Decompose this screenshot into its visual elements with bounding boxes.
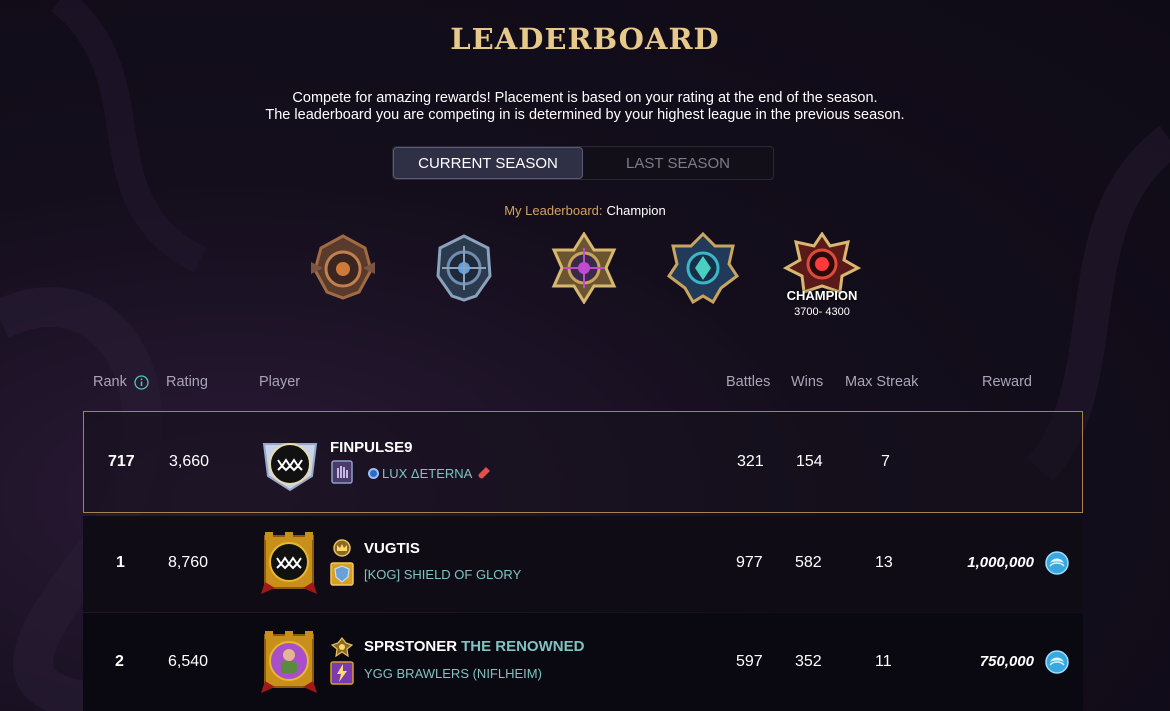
row-rank: 1: [116, 554, 125, 571]
row-wins: 352: [795, 653, 822, 670]
potion-icon: [478, 467, 491, 479]
guild-link[interactable]: LUX ΔETERNA: [368, 466, 491, 481]
row-wins: 154: [796, 453, 823, 470]
row-rank: 2: [115, 653, 124, 670]
league-silver[interactable]: [424, 232, 504, 312]
header-wins: Wins: [791, 374, 824, 390]
guild-crest-icon: [368, 468, 379, 479]
row-max-streak: 13: [875, 554, 893, 571]
player-name-text: SPRSTONER: [364, 638, 458, 655]
header-rating: Rating: [166, 374, 208, 390]
achievement-crown-icon: [333, 539, 351, 557]
row-rank: 717: [108, 453, 135, 470]
row-rating: 6,540: [168, 653, 209, 670]
league-bronze[interactable]: [303, 232, 383, 312]
guild-name: YGG BRAWLERS (NIFLHEIM): [364, 666, 542, 681]
header-rank-label: Rank: [93, 374, 127, 390]
my-leaderboard-value: Champion: [606, 203, 666, 218]
player-avatar[interactable]: [259, 532, 319, 596]
row-reward: 750,000: [979, 653, 1034, 670]
leaderboard-row[interactable]: 1 8,760 VUGTIS [KOG] SHIELD OF GLORY 977…: [83, 516, 1083, 612]
player-name[interactable]: FINPULSE9: [330, 439, 413, 456]
reward-orb-icon: [1045, 551, 1069, 575]
guild-name: [KOG] SHIELD OF GLORY: [364, 567, 522, 582]
row-wins: 582: [795, 554, 822, 571]
header-rank: Rank: [93, 374, 149, 390]
league-diamond[interactable]: [663, 232, 743, 312]
bronze-league-icon: [311, 234, 375, 300]
row-rating: 8,760: [168, 554, 209, 571]
header-max-streak: Max Streak: [845, 374, 919, 390]
player-name-text: VUGTIS: [364, 540, 420, 557]
diamond-league-icon: [666, 232, 740, 304]
player-name-text: FINPULSE9: [330, 439, 413, 456]
subtitle-line-1: Compete for amazing rewards! Placement i…: [292, 90, 878, 106]
player-avatar[interactable]: [260, 436, 320, 492]
achievement-crest-icon: [331, 637, 353, 657]
row-battles: 597: [736, 653, 763, 670]
row-reward: 1,000,000: [967, 554, 1034, 571]
info-icon[interactable]: [134, 375, 149, 390]
league-champion[interactable]: CHAMPION 3700- 4300: [782, 232, 862, 318]
guild-banner-icon: [331, 460, 353, 484]
guild-link[interactable]: YGG BRAWLERS (NIFLHEIM): [364, 666, 542, 681]
row-rating: 3,660: [169, 453, 210, 470]
player-name[interactable]: VUGTIS: [364, 540, 420, 557]
my-leaderboard-row[interactable]: 717 3,660 FINPULSE9 LUX ΔETERNA 321 154 …: [83, 411, 1083, 513]
subtitle-line-2: The leaderboard you are competing in is …: [265, 107, 905, 123]
header-reward: Reward: [982, 374, 1032, 390]
league-gold[interactable]: [544, 232, 624, 312]
leaderboard-row[interactable]: 2 6,540 SPRSTONER THE RENOWNED YGG BRAWLE…: [83, 613, 1083, 711]
guild-name: LUX ΔETERNA: [382, 466, 472, 481]
row-battles: 977: [736, 554, 763, 571]
guild-link[interactable]: [KOG] SHIELD OF GLORY: [364, 567, 521, 582]
league-name: CHAMPION: [786, 288, 858, 303]
league-range: 3700- 4300: [794, 306, 850, 318]
row-max-streak: 7: [881, 453, 890, 470]
silver-league-icon: [436, 234, 492, 302]
guild-shield-icon: [330, 562, 354, 586]
my-leaderboard-label: My Leaderboard:: [504, 203, 603, 218]
row-max-streak: 11: [875, 653, 892, 670]
player-avatar[interactable]: [259, 629, 319, 695]
page-title: LEADERBOARD: [450, 22, 720, 56]
header-player: Player: [259, 374, 301, 390]
header-battles: Battles: [726, 374, 771, 390]
tab-last-season[interactable]: LAST SEASON: [583, 147, 773, 179]
row-battles: 321: [737, 453, 764, 470]
reward-orb-icon: [1045, 650, 1069, 674]
season-toggle: CURRENT SEASON LAST SEASON: [392, 146, 774, 180]
player-title: THE RENOWNED: [461, 638, 585, 655]
tab-current-season[interactable]: CURRENT SEASON: [393, 147, 583, 179]
player-name[interactable]: SPRSTONER THE RENOWNED: [364, 638, 584, 655]
page-subtitle: Compete for amazing rewards! Placement i…: [0, 90, 1170, 124]
my-leaderboard: My Leaderboard: Champion: [0, 203, 1170, 218]
champion-league-icon: [782, 232, 862, 295]
gold-league-icon: [551, 232, 617, 304]
guild-lightning-icon: [330, 661, 354, 685]
